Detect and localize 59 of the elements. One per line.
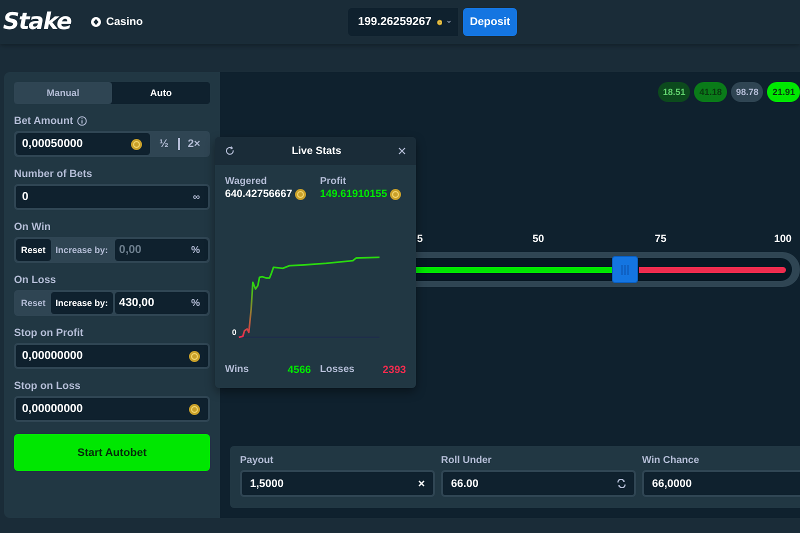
coin-icon [390,189,402,200]
close-icon [418,480,425,487]
stat-label: Losses [320,363,354,377]
slider-handle[interactable] [612,256,638,283]
profit-value: 149.61910155 [320,188,388,201]
chevron-down-icon [447,19,451,25]
field-label: Bet Amount [14,114,74,128]
losses-count: 2393 [382,363,406,377]
field-label: Roll Under [441,454,493,468]
infinity-sign: ∞ [192,192,200,202]
field-label: Win Chance [642,454,700,468]
field-label: On Loss [14,273,56,287]
value-field[interactable]: 66.00 [441,470,636,497]
wins-count: 4566 [288,363,311,377]
balance-selector[interactable]: 199.26259267 [348,8,458,36]
tick-label: 100 [774,232,792,246]
result-chip[interactable]: 18.51 [658,82,690,102]
value-field[interactable]: 1,5000 [240,470,435,497]
stop-on-loss-field[interactable]: 0,00000000 [14,396,210,422]
deposit-button[interactable]: Deposit [463,8,517,36]
coin-icon [131,138,142,150]
field-label: Stop on Loss [14,379,80,393]
casino-link[interactable]: Casino [91,16,143,28]
stat-label: Profit [320,175,348,188]
tick-label: 50 [532,232,544,246]
coin-icon [189,350,200,362]
number-of-bets-field[interactable]: 0 ∞ [14,184,210,210]
percent-sign: % [191,244,200,256]
close-icon[interactable] [398,147,406,155]
result-chip[interactable]: 98.78 [730,82,764,102]
mode-tab[interactable]: Manual [14,82,112,104]
popup-title: Live Stats [292,145,342,157]
result-chip[interactable]: 21.91 [767,82,800,102]
field-label: Payout [240,454,274,468]
double-button[interactable]: 2× [180,133,208,155]
half-button[interactable]: ½ [150,133,178,155]
increase-by-button[interactable]: Increase by: [50,292,114,314]
coin-icon [189,404,200,414]
value-field[interactable]: 66,0000 [642,470,800,497]
coin-icon [295,189,306,200]
stat-label: Wins [225,363,249,377]
swap-icon [617,479,626,488]
tick-label: 75 [654,232,666,246]
bet-amount-field[interactable]: 0,00050000 [16,133,150,155]
logo[interactable]: Stake [3,9,72,35]
tick-label: 5 [417,232,423,246]
circle-icon [91,17,102,27]
field-label: Stop on Profit [14,326,84,340]
start-autobet-button[interactable]: Start Autobet [14,434,210,471]
stat-label: Wagered [225,175,268,188]
info-icon [77,116,88,126]
field-label: On Win [14,220,51,234]
stop-on-profit-field[interactable]: 0,00000000 [14,343,210,369]
field-label: Number of Bets [14,167,92,181]
axis-label: 0 [232,328,236,337]
percent-field[interactable]: 430,00 % [115,292,208,314]
percent-sign: % [191,298,200,308]
wagered-value: 640.42756667 [225,188,292,201]
refresh-icon[interactable] [225,146,235,156]
